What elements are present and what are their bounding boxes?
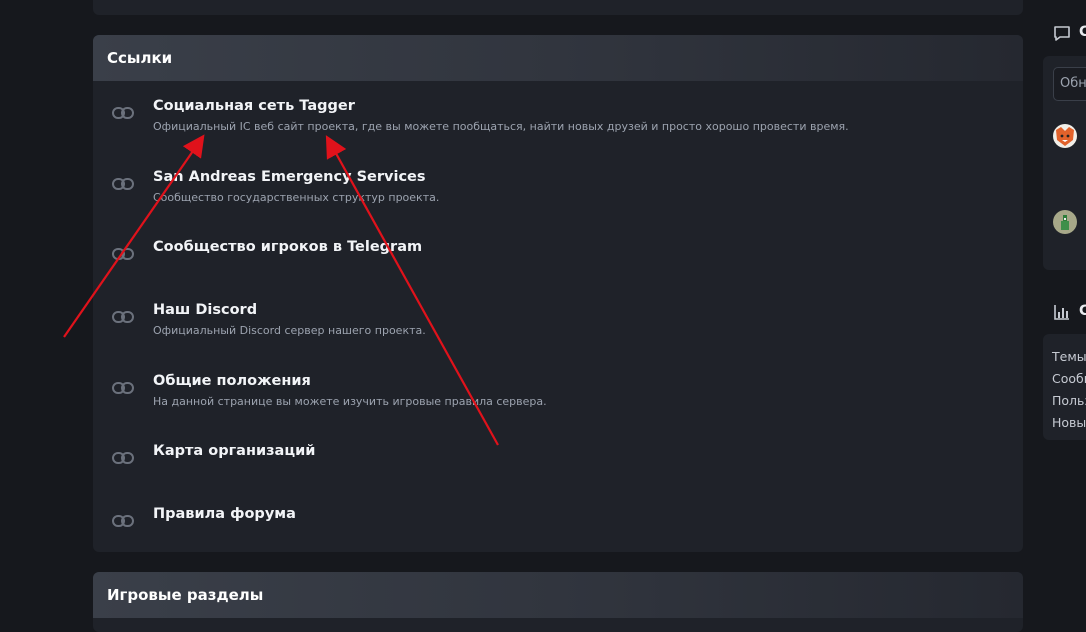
link-item-general-rules[interactable]: Общие положения На данной странице вы мо…	[93, 373, 1023, 433]
link-title[interactable]: Сообщество игроков в Telegram	[153, 239, 422, 255]
link-item-discord[interactable]: Наш Discord Официальный Discord сервер н…	[93, 302, 1023, 362]
stat-item: Сообщ	[1052, 371, 1086, 386]
link-icon	[112, 107, 134, 119]
game-section-title: Игровые разделы	[93, 572, 1023, 618]
link-item-org-map[interactable]: Карта организаций	[93, 443, 1023, 503]
link-title[interactable]: Правила форума	[153, 506, 296, 522]
link-icon	[112, 248, 134, 260]
chat-widget-title: С	[1079, 24, 1086, 40]
link-description: На данной странице вы можете изучить игр…	[153, 395, 547, 408]
link-title[interactable]: San Andreas Emergency Services	[153, 169, 426, 185]
link-item-forum-rules[interactable]: Правила форума	[93, 506, 1023, 552]
chat-bubble-icon	[1053, 25, 1071, 43]
stat-item: Темы	[1052, 349, 1086, 364]
link-description: Официальный Discord сервер нашего проект…	[153, 324, 426, 337]
link-icon	[112, 515, 134, 527]
link-icon	[112, 452, 134, 464]
link-title[interactable]: Общие положения	[153, 373, 311, 389]
link-title[interactable]: Карта организаций	[153, 443, 315, 459]
links-section-title: Ссылки	[93, 35, 1023, 81]
link-item-tagger[interactable]: Социальная сеть Tagger Официальный IC ве…	[93, 98, 1023, 158]
stat-item: Новы	[1052, 415, 1086, 430]
stats-widget-title: С	[1079, 303, 1086, 319]
link-icon	[112, 382, 134, 394]
bar-chart-icon	[1053, 303, 1071, 321]
stat-item: Польз	[1052, 393, 1086, 408]
link-item-telegram[interactable]: Сообщество игроков в Telegram	[93, 239, 1023, 299]
chat-input[interactable]: Обно	[1053, 67, 1086, 101]
avatar[interactable]	[1053, 210, 1077, 234]
link-description: Сообщество государственных структур прое…	[153, 191, 440, 204]
link-title[interactable]: Социальная сеть Tagger	[153, 98, 355, 114]
link-item-saes[interactable]: San Andreas Emergency Services Сообществ…	[93, 169, 1023, 229]
previous-section-block	[93, 0, 1023, 15]
link-icon	[112, 311, 134, 323]
links-section: Ссылки Социальная сеть Tagger Официальны…	[93, 35, 1023, 552]
link-title[interactable]: Наш Discord	[153, 302, 257, 318]
link-description: Официальный IC веб сайт проекта, где вы …	[153, 120, 849, 133]
avatar[interactable]	[1053, 124, 1077, 148]
game-section: Игровые разделы	[93, 572, 1023, 632]
link-icon	[112, 178, 134, 190]
